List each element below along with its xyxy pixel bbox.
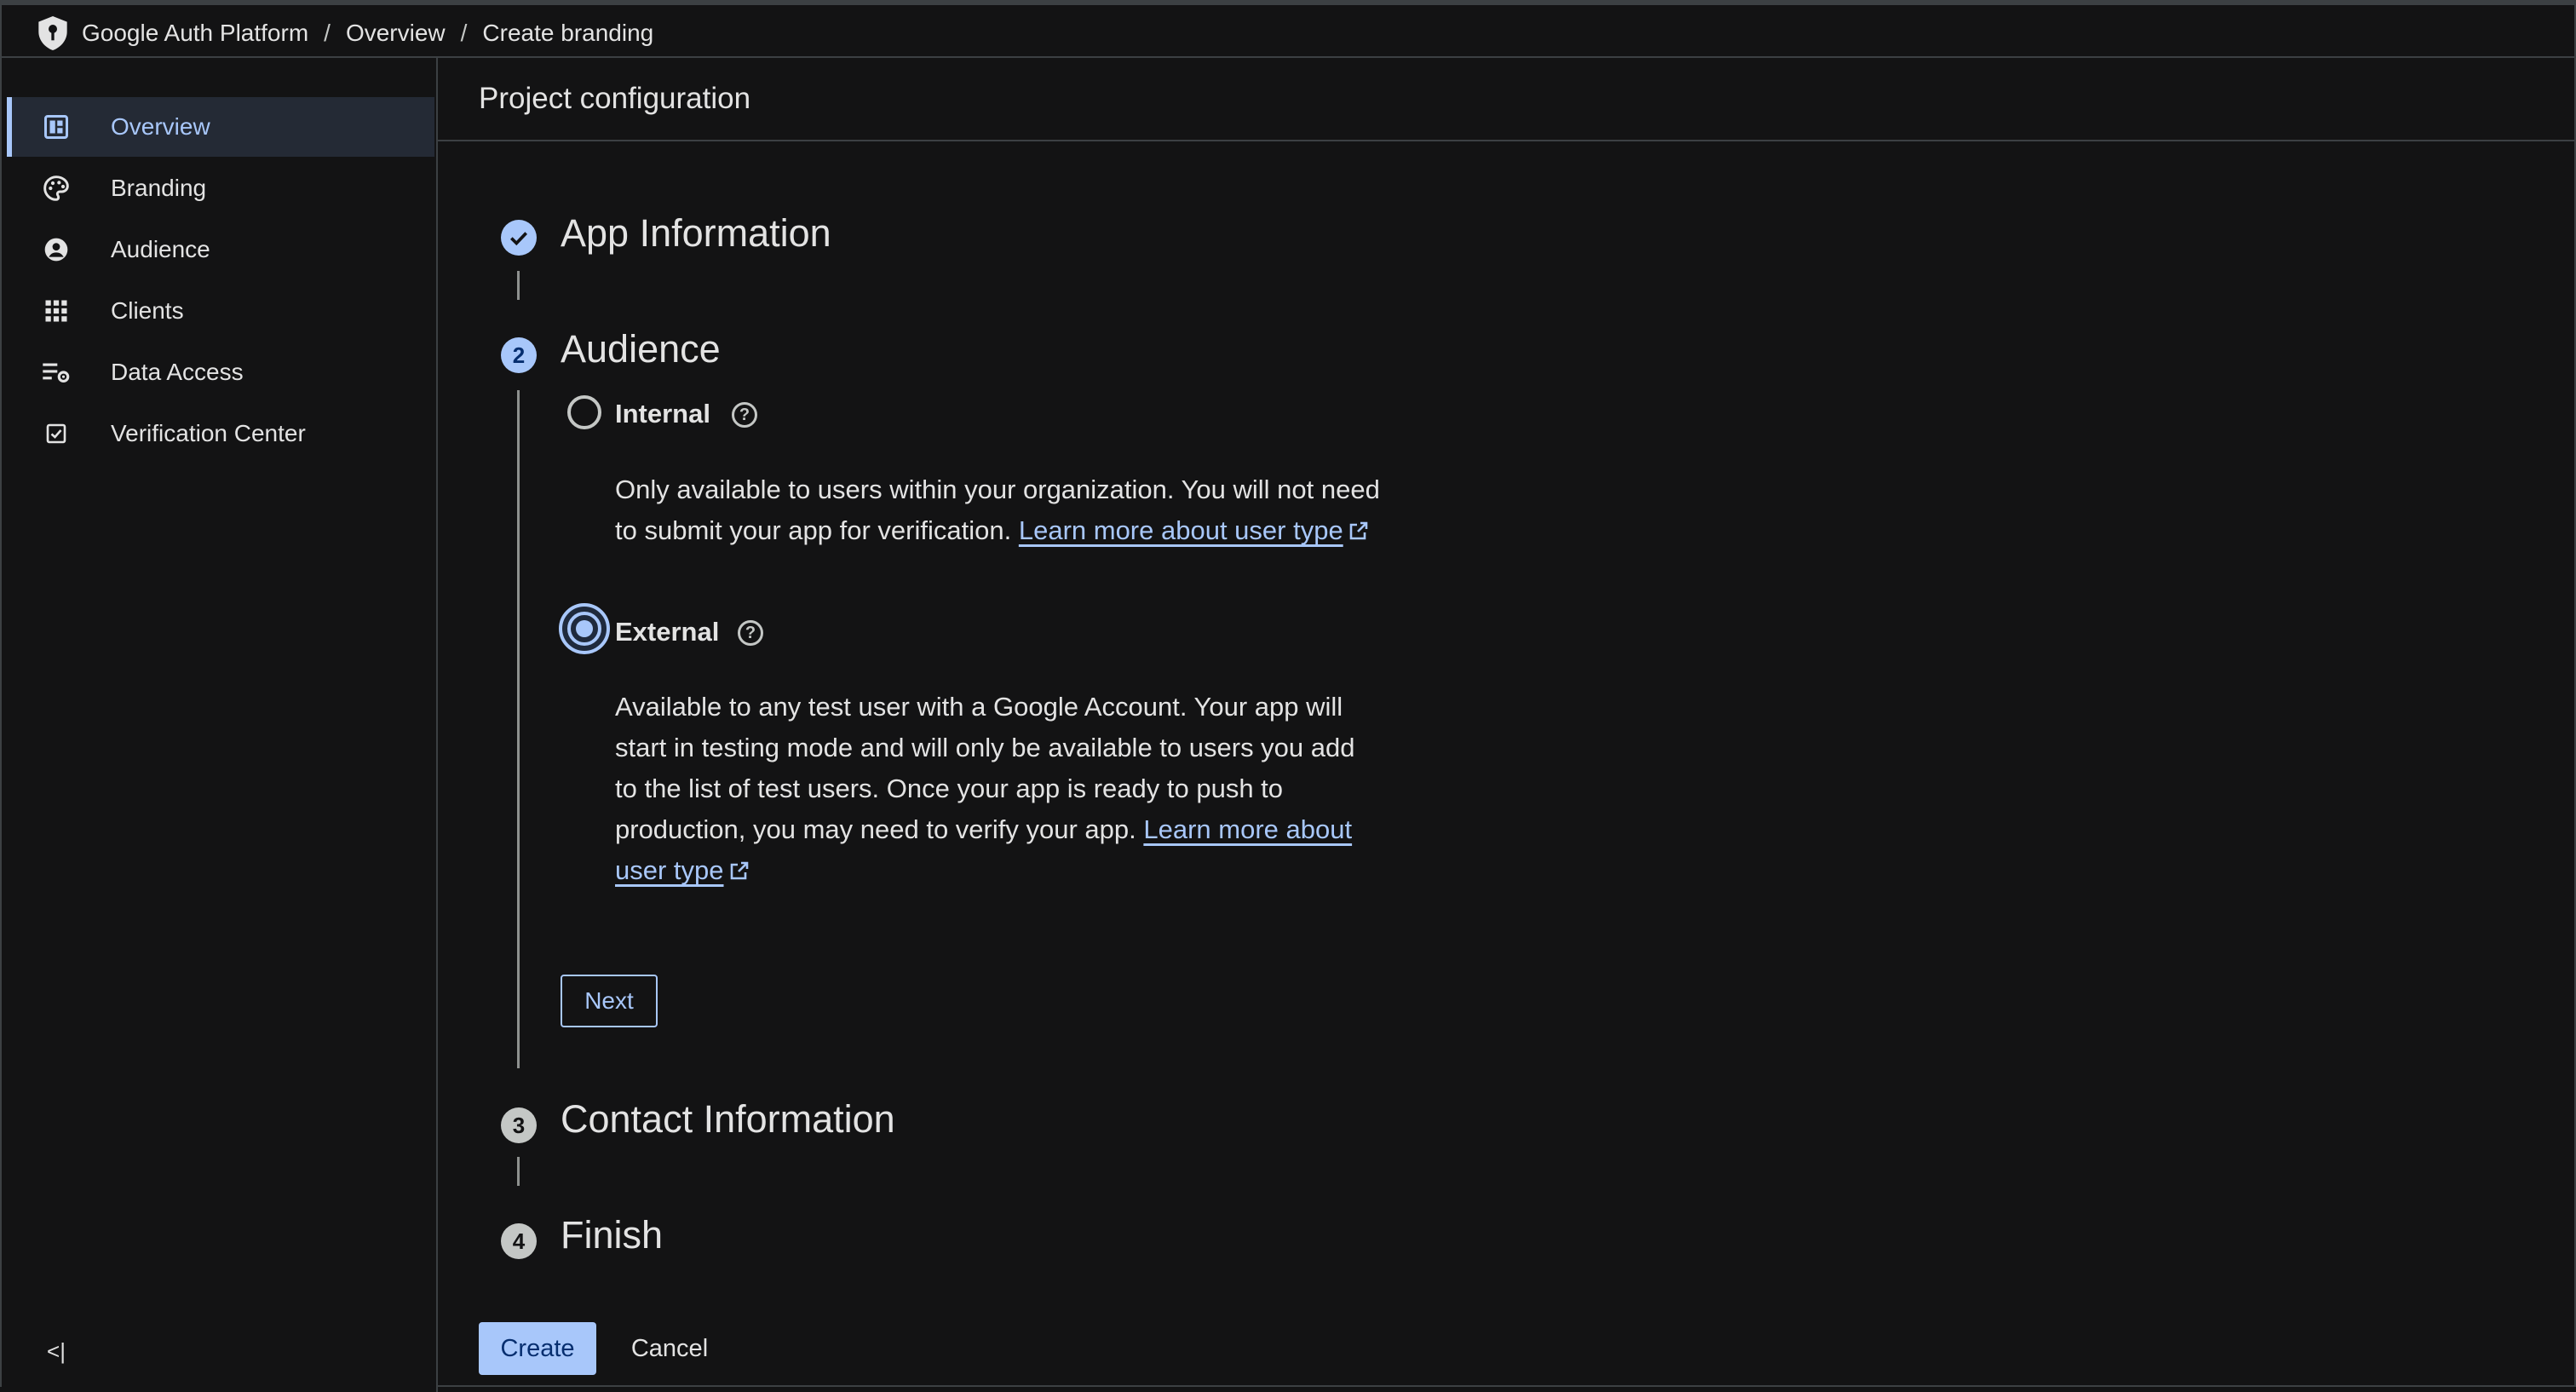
dashboard-icon bbox=[41, 112, 72, 142]
shield-keyhole-icon bbox=[38, 16, 67, 50]
create-button[interactable]: Create bbox=[479, 1322, 596, 1375]
sidebar-item-data-access[interactable]: Data Access bbox=[7, 342, 434, 402]
breadcrumb-item-current: Create branding bbox=[482, 20, 654, 46]
checkbox-icon bbox=[41, 418, 72, 449]
step-title-finish[interactable]: Finish bbox=[561, 1213, 663, 1257]
breadcrumb: Google Auth Platform / Overview / Create… bbox=[2, 10, 2576, 58]
step-complete-check-icon bbox=[501, 220, 537, 256]
next-button[interactable]: Next bbox=[561, 975, 658, 1027]
step-number-badge: 2 bbox=[501, 337, 537, 373]
step-number-badge: 3 bbox=[501, 1107, 537, 1143]
collapse-sidebar-icon[interactable]: <| bbox=[39, 1334, 73, 1368]
sidebar-item-label: Audience bbox=[111, 236, 210, 262]
breadcrumb-separator: / bbox=[324, 20, 331, 46]
cancel-button[interactable]: Cancel bbox=[617, 1322, 722, 1375]
step-connector bbox=[517, 1157, 520, 1186]
help-icon[interactable]: ? bbox=[732, 402, 757, 428]
step-connector bbox=[517, 271, 520, 300]
open-in-new-icon bbox=[1349, 521, 1367, 540]
external-radio[interactable] bbox=[567, 612, 601, 646]
sidebar-item-label: Data Access bbox=[111, 359, 244, 385]
page-title: Project configuration bbox=[438, 58, 2576, 141]
breadcrumb-item-overview[interactable]: Overview bbox=[346, 20, 446, 47]
sidebar-item-label: Verification Center bbox=[111, 420, 306, 446]
sidebar-item-branding[interactable]: Branding bbox=[7, 158, 434, 218]
list-settings-icon bbox=[41, 357, 72, 388]
sidebar: Overview Branding Audience Clients Data … bbox=[2, 58, 438, 1392]
sidebar-item-label: Branding bbox=[111, 175, 207, 201]
step-title-audience: Audience bbox=[561, 327, 721, 371]
step-title-app-information[interactable]: App Information bbox=[561, 211, 831, 256]
breadcrumb-item-platform[interactable]: Google Auth Platform bbox=[82, 20, 308, 47]
step-connector bbox=[517, 390, 520, 1068]
sidebar-item-audience[interactable]: Audience bbox=[7, 220, 434, 279]
external-label[interactable]: External bbox=[615, 617, 719, 647]
internal-description: Only available to users within your orga… bbox=[615, 469, 1382, 551]
palette-icon bbox=[41, 173, 72, 204]
help-icon[interactable]: ? bbox=[738, 620, 763, 646]
step-title-contact-information[interactable]: Contact Information bbox=[561, 1097, 895, 1142]
internal-learn-more-link[interactable]: Learn more about user type bbox=[1019, 515, 1369, 545]
external-description: Available to any test user with a Google… bbox=[615, 687, 1382, 891]
open-in-new-icon bbox=[730, 861, 748, 880]
internal-radio[interactable] bbox=[567, 395, 601, 429]
apps-grid-icon bbox=[41, 296, 72, 326]
sidebar-item-label: Clients bbox=[111, 297, 184, 324]
internal-label[interactable]: Internal bbox=[615, 399, 710, 429]
app-window: Google Auth Platform / Overview / Create… bbox=[0, 0, 2576, 1392]
sidebar-item-verification-center[interactable]: Verification Center bbox=[7, 404, 434, 463]
account-circle-icon bbox=[41, 234, 72, 265]
sidebar-item-clients[interactable]: Clients bbox=[7, 281, 434, 341]
sidebar-item-overview[interactable]: Overview bbox=[7, 97, 434, 157]
breadcrumb-separator: / bbox=[460, 20, 468, 46]
step-number-badge: 4 bbox=[501, 1223, 537, 1259]
sidebar-item-label: Overview bbox=[111, 113, 210, 140]
